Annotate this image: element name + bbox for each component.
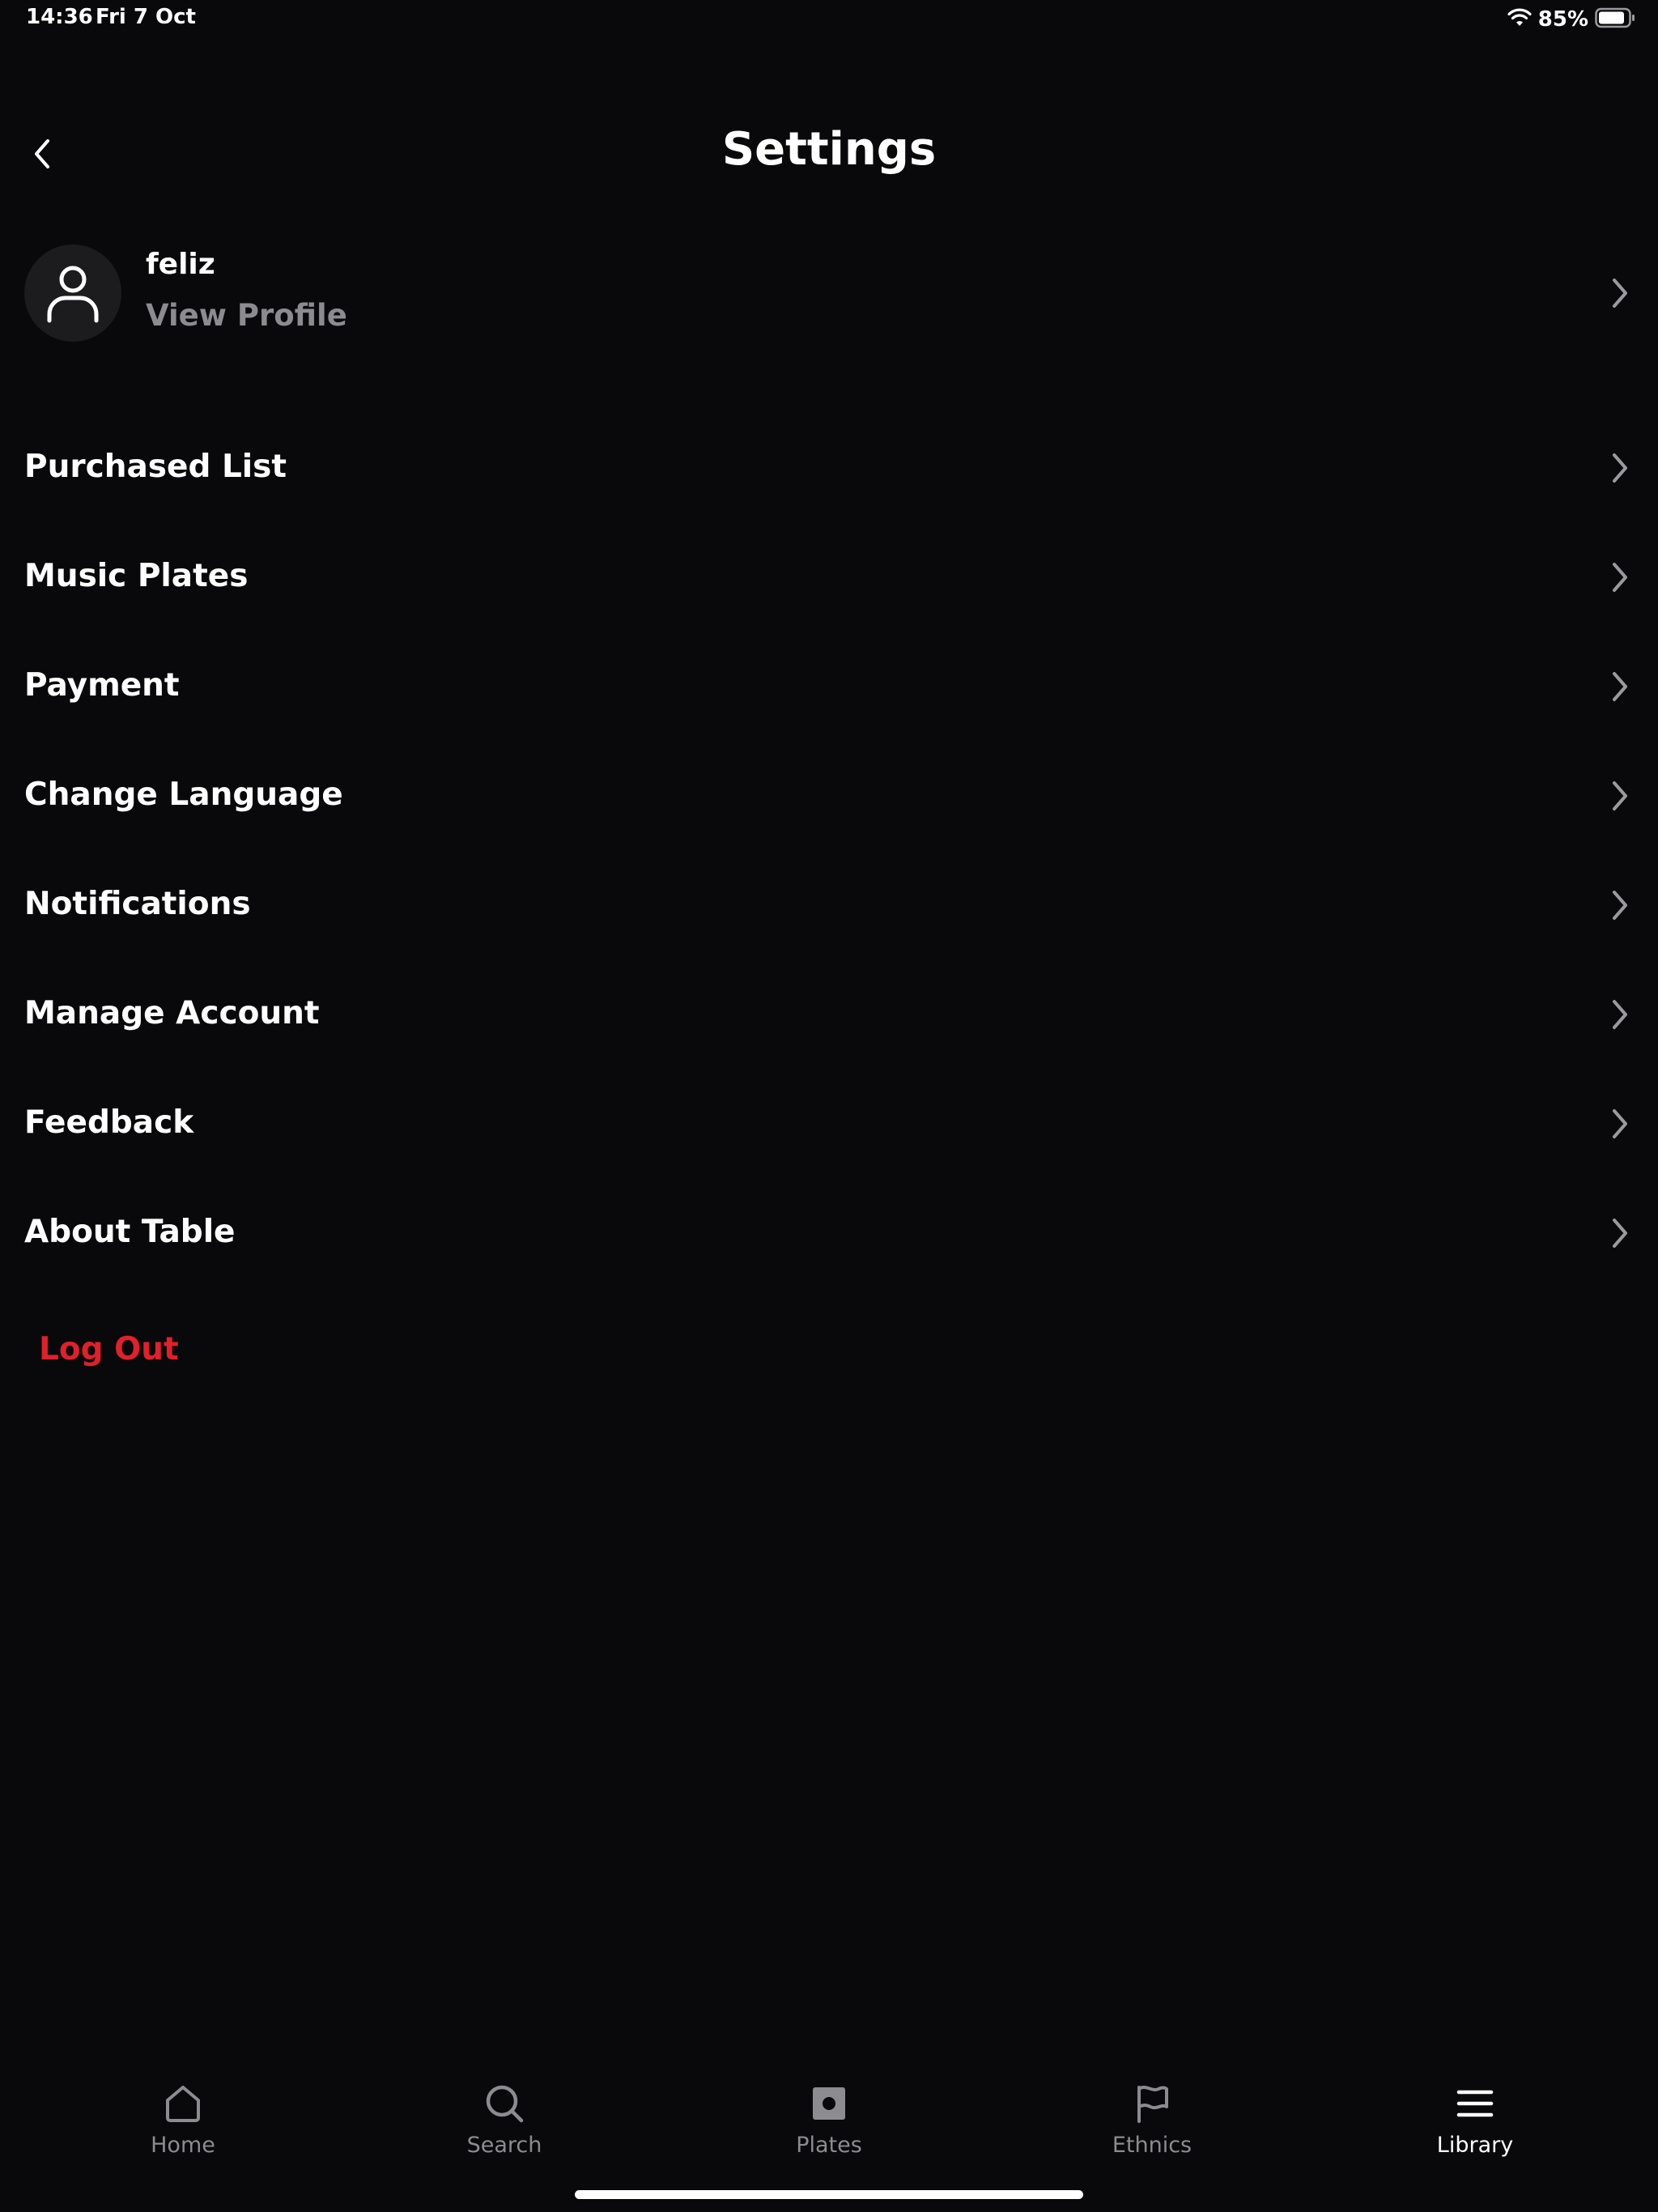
home-icon	[166, 2086, 200, 2122]
menu-item-label: Music Plates	[24, 558, 249, 594]
home-indicator	[575, 2190, 1083, 2199]
menu-item-label: About Table	[24, 1214, 236, 1250]
menu-item-label: Payment	[24, 667, 180, 704]
avatar	[24, 245, 121, 342]
wifi-icon	[1507, 8, 1532, 31]
settings-screen: 14:36 Fri 7 Oct 85% Settings feliz View …	[0, 0, 1658, 2212]
status-date: Fri 7 Oct	[96, 5, 196, 29]
profile-name: feliz	[146, 248, 215, 281]
tab-label: Ethnics	[1112, 2133, 1192, 2158]
chevron-right-icon	[1613, 781, 1627, 810]
menu-item-label: Notifications	[24, 886, 251, 922]
battery-icon	[1595, 7, 1635, 32]
tab-home[interactable]: Home	[102, 2081, 264, 2178]
tab-label: Library	[1436, 2133, 1514, 2158]
status-indicators: 85%	[1507, 6, 1635, 32]
menu-item-label: Manage Account	[24, 995, 320, 1032]
battery-percent: 85%	[1537, 7, 1588, 32]
status-time: 14:36	[26, 5, 93, 29]
plates-icon	[813, 2087, 845, 2120]
menu-item-music-plates[interactable]: Music Plates	[0, 537, 1658, 618]
user-icon	[47, 266, 99, 323]
chevron-right-icon	[1613, 672, 1627, 701]
menu-item-notifications[interactable]: Notifications	[0, 865, 1658, 946]
menu-item-payment[interactable]: Payment	[0, 646, 1658, 727]
menu-item-purchased-list[interactable]: Purchased List	[0, 428, 1658, 508]
chevron-right-icon	[1613, 1109, 1627, 1138]
menu-item-feedback[interactable]: Feedback	[0, 1083, 1658, 1164]
menu-item-label: Feedback	[24, 1104, 194, 1141]
status-bar: 14:36 Fri 7 Oct 85%	[0, 0, 1658, 39]
search-icon	[486, 2085, 524, 2123]
flag-icon	[1137, 2086, 1168, 2123]
menu-item-label: Change Language	[24, 776, 343, 813]
tab-library[interactable]: Library	[1394, 2081, 1556, 2178]
tab-ethnics[interactable]: Ethnics	[1071, 2081, 1233, 2178]
tab-search[interactable]: Search	[423, 2081, 585, 2178]
chevron-right-icon	[1613, 563, 1627, 592]
chevron-right-icon	[1613, 891, 1627, 920]
tab-label: Search	[466, 2133, 542, 2158]
chevron-right-icon	[1613, 279, 1627, 308]
menu-item-about-table[interactable]: About Table	[0, 1193, 1658, 1274]
tab-label: Home	[151, 2133, 215, 2158]
profile-row[interactable]: feliz View Profile	[0, 241, 1658, 345]
chevron-right-icon	[1613, 453, 1627, 483]
tab-plates[interactable]: Plates	[748, 2081, 910, 2178]
logout-button[interactable]: Log Out	[39, 1331, 179, 1368]
tab-label: Plates	[796, 2133, 862, 2158]
menu-item-change-language[interactable]: Change Language	[0, 755, 1658, 836]
menu-item-label: Purchased List	[24, 449, 287, 485]
menu-icon	[1456, 2090, 1494, 2117]
page-title: Settings	[721, 123, 937, 176]
view-profile-link[interactable]: View Profile	[146, 298, 347, 333]
chevron-right-icon	[1613, 1219, 1627, 1248]
chevron-right-icon	[1613, 1000, 1627, 1029]
menu-item-manage-account[interactable]: Manage Account	[0, 974, 1658, 1055]
